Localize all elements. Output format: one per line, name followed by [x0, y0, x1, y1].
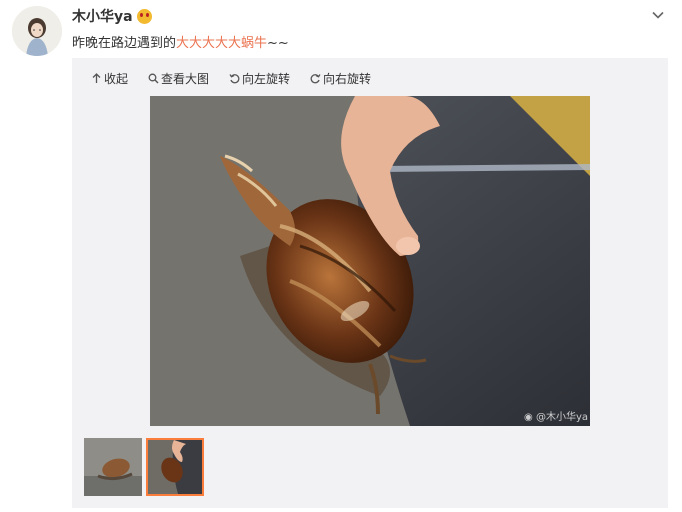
snail-photo [150, 96, 590, 426]
watermark-text: @木小华ya [535, 412, 588, 423]
rotate-right-icon [310, 74, 321, 84]
photo-watermark: ◉ @木小华ya [524, 408, 588, 423]
rotate-right-label: 向右旋转 [323, 72, 372, 86]
post-text-highlight[interactable]: 大大大大大蜗牛 [176, 36, 267, 51]
collapse-label: 收起 [104, 72, 129, 86]
chevron-down-icon[interactable] [650, 7, 666, 23]
weibo-logo-icon: ◉ [524, 412, 533, 423]
post-author: 木小华ya [72, 6, 152, 26]
search-icon [148, 73, 159, 84]
thumbnail-1[interactable] [84, 438, 142, 496]
avatar-image [12, 6, 62, 56]
rotate-left-button[interactable]: 向左旋转 [229, 70, 290, 87]
rotate-left-icon [229, 74, 240, 84]
post-text-after: ~~ [267, 36, 289, 51]
main-photo[interactable]: ◉ @木小华ya [150, 96, 590, 426]
collapse-button[interactable]: 收起 [91, 70, 128, 87]
thumbnail-2-selected[interactable] [146, 438, 204, 496]
post-text-before: 昨晚在路边遇到的 [72, 36, 177, 51]
thumbnail-2-image [148, 440, 202, 494]
view-large-button[interactable]: 查看大图 [148, 70, 209, 87]
rotate-left-label: 向左旋转 [242, 72, 291, 86]
post-text: 昨晚在路边遇到的大大大大大蜗牛~~ [72, 32, 289, 51]
media-box: 收起 查看大图 向左旋转 向右旋转 ◉ @木小华ya [72, 58, 668, 508]
view-large-label: 查看大图 [161, 72, 210, 86]
arrow-up-icon [92, 73, 101, 83]
avatar[interactable] [12, 6, 62, 56]
rotate-right-button[interactable]: 向右旋转 [310, 70, 371, 87]
thumbnail-1-image [84, 438, 142, 496]
username[interactable]: 木小华ya [72, 6, 133, 26]
image-toolbar: 收起 查看大图 向左旋转 向右旋转 [91, 70, 371, 87]
blushing-face-icon [136, 8, 152, 24]
